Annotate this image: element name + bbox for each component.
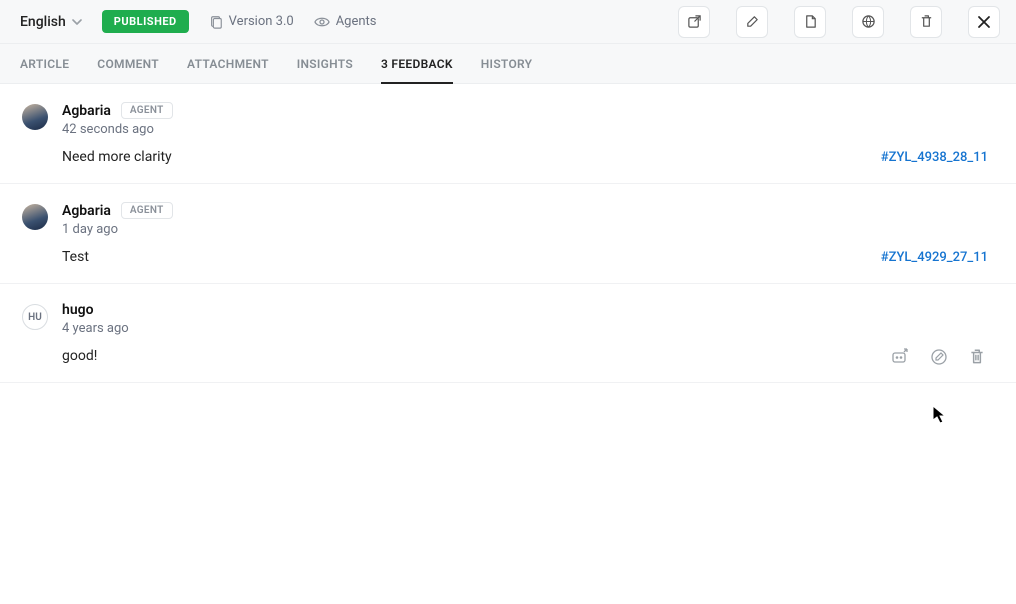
- feedback-content: Agbaria AGENT 42 seconds ago Need more c…: [62, 102, 992, 165]
- close-button[interactable]: [968, 6, 1000, 38]
- feedback-content: Agbaria AGENT 1 day ago Test: [62, 202, 992, 265]
- tab-history[interactable]: HISTORY: [481, 44, 533, 83]
- feedback-content: hugo 4 years ago good!: [62, 302, 992, 364]
- feedback-row-actions: [890, 346, 988, 368]
- feedback-list: Agbaria AGENT 42 seconds ago Need more c…: [0, 84, 1016, 383]
- tab-article[interactable]: ARTICLE: [20, 44, 69, 83]
- feedback-body: good!: [62, 348, 992, 364]
- convert-to-ticket-icon[interactable]: [890, 346, 912, 368]
- role-badge: AGENT: [121, 102, 173, 119]
- feedback-time: 1 day ago: [62, 222, 992, 237]
- version-label: Version 3.0: [229, 14, 294, 29]
- feedback-author: Agbaria: [62, 203, 111, 219]
- top-bar: English PUBLISHED Version 3.0 Agents: [0, 0, 1016, 44]
- avatar: [22, 104, 48, 130]
- delete-button[interactable]: [910, 6, 942, 38]
- eye-icon: [314, 15, 330, 29]
- feedback-row: HU hugo 4 years ago good!: [0, 284, 1016, 383]
- version-icon: [209, 15, 223, 29]
- language-selector[interactable]: English: [20, 14, 82, 30]
- role-badge: AGENT: [121, 202, 173, 219]
- mouse-cursor-icon: [932, 405, 948, 425]
- tab-attachment[interactable]: ATTACHMENT: [187, 44, 269, 83]
- feedback-body: Test: [62, 249, 992, 265]
- edit-feedback-icon[interactable]: [928, 346, 950, 368]
- status-badge: PUBLISHED: [102, 10, 189, 33]
- tab-insights[interactable]: INSIGHTS: [297, 44, 353, 83]
- feedback-author: Agbaria: [62, 103, 111, 119]
- language-globe-button[interactable]: [852, 6, 884, 38]
- version-selector[interactable]: Version 3.0: [209, 14, 294, 29]
- visibility-selector[interactable]: Agents: [314, 14, 377, 29]
- feedback-row: Agbaria AGENT 42 seconds ago Need more c…: [0, 84, 1016, 184]
- feedback-time: 42 seconds ago: [62, 122, 992, 137]
- visibility-label: Agents: [336, 14, 377, 29]
- tab-feedback[interactable]: 3 FEEDBACK: [381, 44, 453, 83]
- feedback-author: hugo: [62, 302, 94, 318]
- feedback-ref-link[interactable]: #ZYL_4929_27_11: [881, 250, 988, 265]
- edit-button[interactable]: [736, 6, 768, 38]
- feedback-ref-link[interactable]: #ZYL_4938_28_11: [881, 150, 988, 165]
- avatar: [22, 204, 48, 230]
- language-label: English: [20, 14, 66, 30]
- export-pdf-button[interactable]: [794, 6, 826, 38]
- tab-comment[interactable]: COMMENT: [97, 44, 159, 83]
- chevron-down-icon: [72, 17, 82, 27]
- avatar: HU: [22, 304, 48, 330]
- feedback-body: Need more clarity: [62, 149, 992, 165]
- delete-feedback-icon[interactable]: [966, 346, 988, 368]
- feedback-row: Agbaria AGENT 1 day ago Test #ZYL_4929_2…: [0, 184, 1016, 284]
- tab-bar: ARTICLE COMMENT ATTACHMENT INSIGHTS 3 FE…: [0, 44, 1016, 84]
- feedback-time: 4 years ago: [62, 321, 992, 336]
- open-external-button[interactable]: [678, 6, 710, 38]
